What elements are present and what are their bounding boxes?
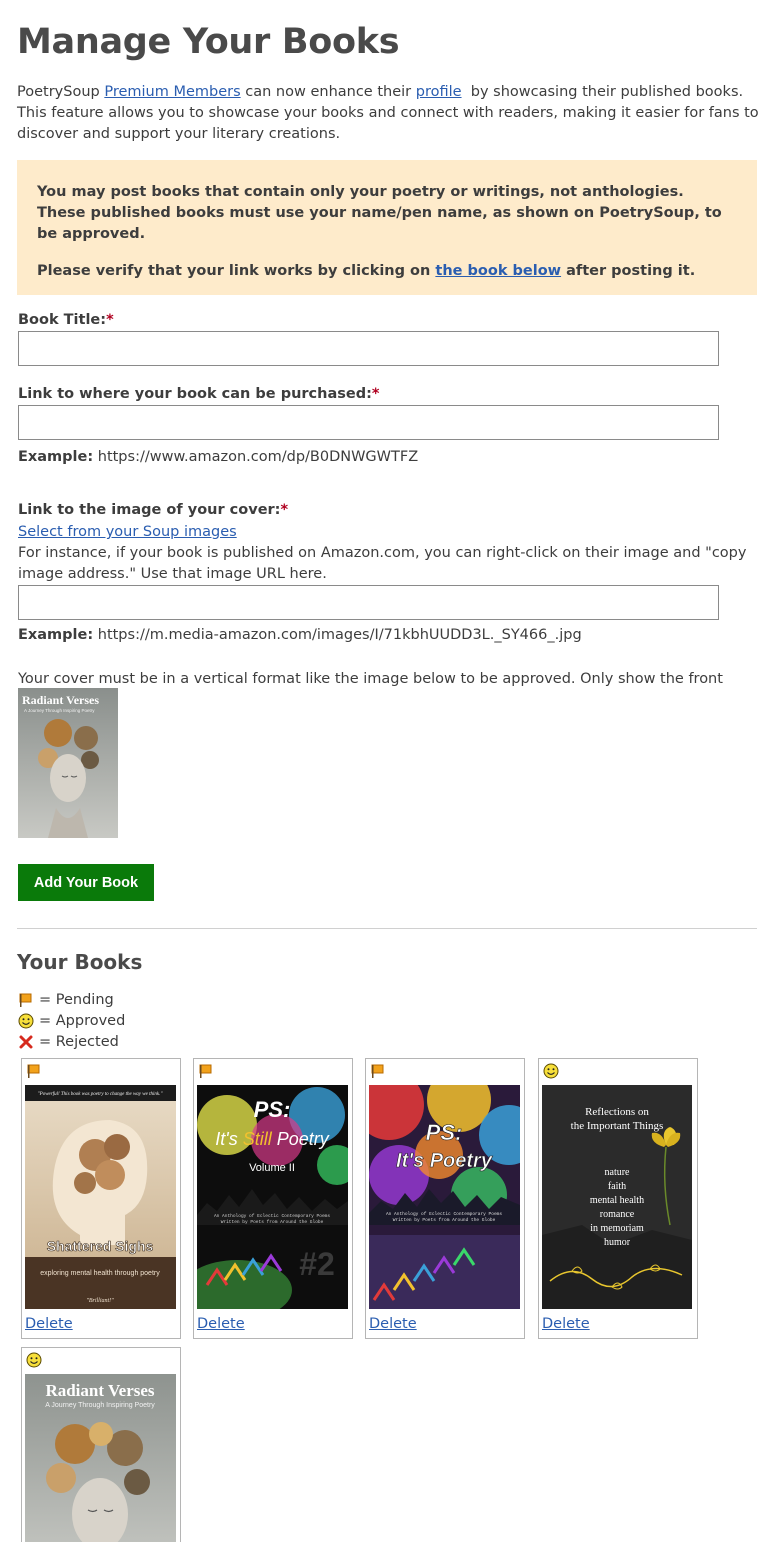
- required-mark: *: [106, 312, 114, 328]
- add-book-button[interactable]: Add Your Book: [18, 864, 154, 901]
- book-cover-quote: "Powerful! This book was poetry to chang…: [38, 1092, 164, 1097]
- label-text: Book Title:: [18, 312, 107, 328]
- book-cover-link[interactable]: PS: It's Still Poetry Volume II An Antho…: [197, 1085, 348, 1309]
- delete-link[interactable]: Delete: [542, 1316, 590, 1332]
- book-cover-blurb: Written by Poets from Around the Globe: [393, 1217, 496, 1223]
- book-cover-footer: "Brilliant!": [86, 1298, 114, 1304]
- flag-icon: [198, 1063, 214, 1079]
- select-soup-images-link[interactable]: Select from your Soup images: [18, 522, 237, 543]
- purchase-link-label: Link to where your book can be purchased…: [18, 386, 379, 402]
- example-label: Example:: [18, 627, 94, 643]
- notice-line-1: You may post books that contain only you…: [37, 184, 722, 242]
- intro-text: PoetrySoup Premium Members can now enhan…: [17, 82, 759, 145]
- book-cover-link[interactable]: Reflections on the Important Things natu…: [542, 1085, 692, 1309]
- book-card: "Powerful! This book was poetry to chang…: [21, 1058, 181, 1339]
- book-cover-number: #2: [299, 1246, 335, 1282]
- book-cover-title: Shattered Sighs: [47, 1238, 154, 1254]
- premium-members-link[interactable]: Premium Members: [104, 84, 240, 100]
- book-cover-link[interactable]: "Powerful! This book was poetry to chang…: [25, 1085, 176, 1309]
- book-card: PS: It's Poetry An Anthology of Eclectic…: [365, 1058, 525, 1339]
- legend-label: = Approved: [39, 1013, 126, 1029]
- required-mark: *: [371, 386, 380, 402]
- page-title: Manage Your Books: [17, 22, 400, 62]
- sample-cover-subtitle: A Journey Through Inspiring Poetry: [24, 708, 95, 713]
- intro-part: PoetrySoup: [17, 84, 105, 100]
- profile-link[interactable]: profile: [416, 84, 462, 100]
- example-value: https://www.amazon.com/dp/B0DNWGWTFZ: [97, 449, 419, 465]
- cover-link-label: Link to the image of your cover:*: [18, 502, 288, 518]
- book-card: PS: It's Still Poetry Volume II An Antho…: [193, 1058, 353, 1339]
- book-cover-subtitle: A Journey Through Inspiring Poetry: [45, 1402, 155, 1409]
- sample-cover-title: Radiant Verses: [22, 693, 99, 707]
- book-cover-volume: Volume II: [249, 1162, 295, 1174]
- example-value: https://m.media-amazon.com/images/I/71kb…: [97, 627, 582, 643]
- book-cover-topic: faith: [608, 1181, 626, 1192]
- book-cover-topic: humor: [604, 1237, 631, 1248]
- book-title-input[interactable]: [18, 331, 719, 366]
- book-cover-blurb: Written by Poets from Around the Globe: [221, 1219, 324, 1225]
- book-cover-title: PS:: [254, 1097, 291, 1122]
- your-books-heading: Your Books: [17, 950, 143, 974]
- book-cover-subtitle: exploring mental health through poetry: [40, 1270, 160, 1277]
- legend-pending: = Pending: [18, 992, 114, 1008]
- vertical-format-note: Your cover must be in a vertical format …: [18, 671, 723, 708]
- book-cover-title-line2: It's Poetry: [396, 1150, 493, 1172]
- smile-icon: [18, 1013, 34, 1029]
- book-below-link[interactable]: the book below: [435, 263, 561, 279]
- book-cover-title: Radiant Verses: [45, 1381, 154, 1400]
- cover-text: It's: [215, 1129, 242, 1149]
- book-cover-title: Reflections on: [585, 1106, 649, 1118]
- book-card: Reflections on the Important Things natu…: [538, 1058, 698, 1339]
- book-cover-blurb: An Anthology of Eclectic Contemporary Po…: [386, 1211, 502, 1217]
- cover-text: Poetry: [272, 1129, 330, 1149]
- legend-approved: = Approved: [18, 1013, 125, 1029]
- cover-example: Example: https://m.media-amazon.com/imag…: [18, 627, 582, 643]
- book-cover-blurb: An Anthology of Eclectic Contemporary Po…: [214, 1213, 330, 1219]
- book-cover-link[interactable]: PS: It's Poetry An Anthology of Eclectic…: [369, 1085, 520, 1309]
- book-cover-topic: mental health: [590, 1195, 644, 1206]
- smile-icon: [26, 1352, 42, 1368]
- legend-label: = Pending: [39, 992, 114, 1008]
- notice-text: Please verify that your link works by cl…: [37, 263, 436, 279]
- book-cover-title-line2: It's Still Poetry: [215, 1129, 329, 1149]
- purchase-link-input[interactable]: [18, 405, 719, 440]
- book-cover-title-line2: the Important Things: [571, 1120, 664, 1132]
- legend-rejected: = Rejected: [18, 1034, 119, 1050]
- required-mark: *: [280, 502, 289, 518]
- flag-icon: [18, 992, 34, 1008]
- cover-help-text: For instance, if your book is published …: [18, 545, 747, 582]
- purchase-example: Example: https://www.amazon.com/dp/B0DNW…: [18, 449, 418, 465]
- notice-text: after posting it.: [561, 263, 696, 279]
- sample-cover-image: Radiant Verses A Journey Through Inspiri…: [18, 688, 118, 838]
- book-cover-title: PS:: [426, 1120, 463, 1145]
- book-cover-link[interactable]: Radiant Verses A Journey Through Inspiri…: [25, 1374, 176, 1542]
- divider: [17, 928, 757, 929]
- label-text: Link to where your book can be purchased…: [18, 386, 372, 402]
- cover-link-input[interactable]: [18, 585, 719, 620]
- book-cover-topic: nature: [605, 1167, 631, 1178]
- flag-icon: [370, 1063, 386, 1079]
- smile-icon: [543, 1063, 559, 1079]
- book-cover-topic: in memoriam: [590, 1223, 644, 1234]
- book-cover-topic: romance: [600, 1209, 635, 1220]
- delete-link[interactable]: Delete: [25, 1316, 73, 1332]
- label-text: Link to the image of your cover:: [18, 502, 281, 518]
- delete-link[interactable]: Delete: [369, 1316, 417, 1332]
- notice-line-2: Please verify that your link works by cl…: [37, 261, 737, 282]
- flag-icon: [26, 1063, 42, 1079]
- manage-books-page: Manage Your Books PoetrySoup Premium Mem…: [0, 0, 774, 1542]
- legend-label: = Rejected: [39, 1034, 119, 1050]
- cover-text: Still: [243, 1129, 273, 1149]
- posting-rules-notice: You may post books that contain only you…: [17, 160, 757, 295]
- example-label: Example:: [18, 449, 94, 465]
- book-title-label: Book Title:*: [18, 312, 114, 328]
- x-icon: [18, 1034, 34, 1050]
- book-card: Radiant Verses A Journey Through Inspiri…: [21, 1347, 181, 1542]
- intro-part: can now enhance their: [240, 84, 416, 100]
- delete-link[interactable]: Delete: [197, 1316, 245, 1332]
